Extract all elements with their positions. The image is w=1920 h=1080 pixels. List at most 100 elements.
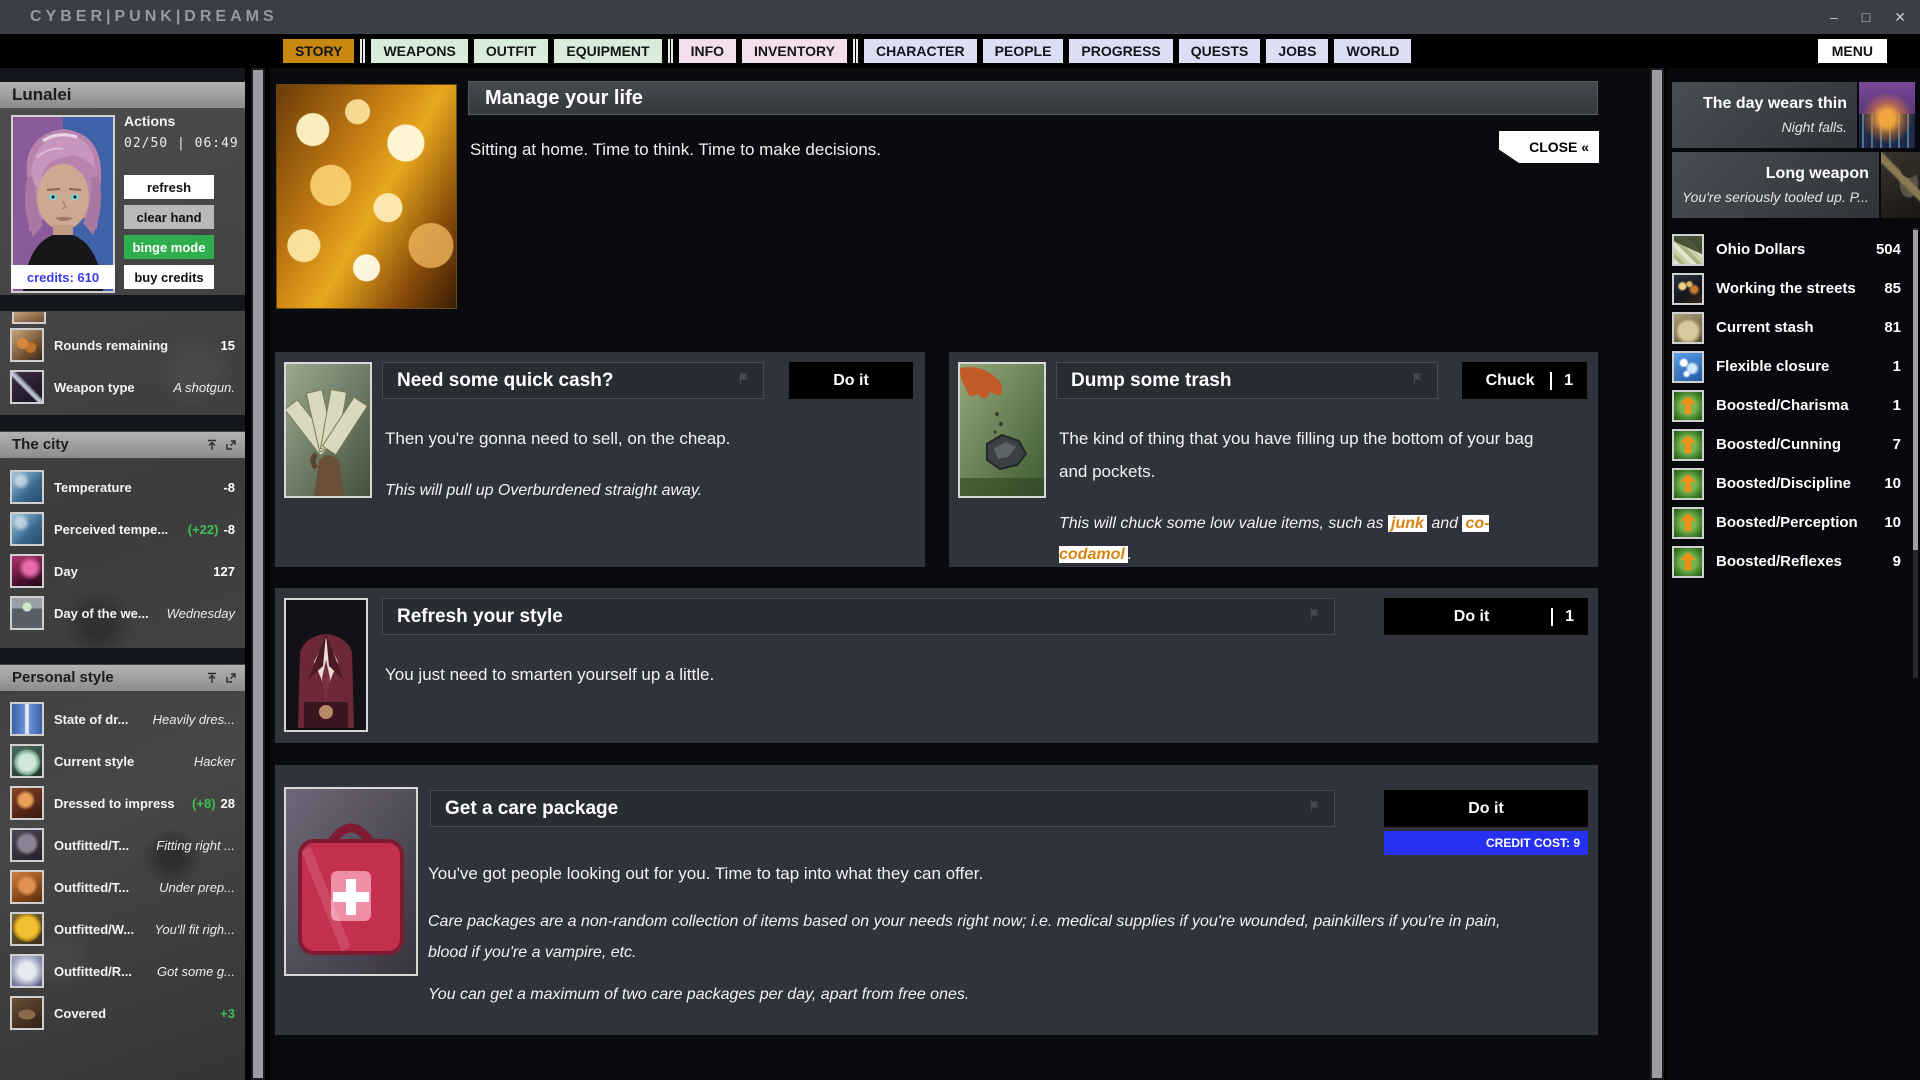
tab-people[interactable]: PEOPLE [983, 39, 1064, 63]
card-body-text: The kind of thing that you have filling … [1059, 422, 1539, 488]
item-flexible-closure[interactable]: Flexible closure 1 [1667, 347, 1915, 386]
menu-button[interactable]: MENU [1818, 39, 1887, 63]
clear-hand-button[interactable]: clear hand [124, 205, 214, 229]
street-lights-icon [1672, 273, 1704, 305]
stat-day-of-week[interactable]: Day of the we... Wednesday [0, 592, 245, 634]
tab-equipment[interactable]: EQUIPMENT [554, 39, 661, 63]
card-title: Get a care package [445, 798, 618, 820]
stat-value: Under prep... [159, 880, 235, 895]
tab-outfit[interactable]: OUTFIT [474, 39, 549, 63]
tab-group-divider [853, 39, 858, 63]
stat-value: Hacker [194, 754, 235, 769]
stat-value: +3 [220, 1006, 235, 1021]
card-title: Dump some trash [1071, 370, 1231, 392]
card-note: Care packages are a non-random collectio… [428, 906, 1508, 968]
portrait-icon [10, 786, 44, 820]
tab-weapons[interactable]: WEAPONS [371, 39, 467, 63]
card-quick-cash: Need some quick cash? Do it Then you're … [275, 352, 925, 567]
stat-outfitted-tailored[interactable]: Outfitted/T... Fitting right ... [0, 824, 245, 866]
tab-story[interactable]: STORY [283, 39, 354, 63]
story-header: Manage your life [468, 81, 1598, 115]
main-content: Manage your life Sitting at home. Time t… [270, 68, 1650, 1080]
stat-outfitted-rugged[interactable]: Outfitted/R... Got some g... [0, 950, 245, 992]
item-quantity: 9 [1893, 553, 1901, 570]
item-boosted-discipline[interactable]: Boosted/Discipline 10 [1667, 464, 1915, 503]
card-care-package: Get a care package Do it CREDIT COST: 9 … [275, 765, 1598, 1035]
maximize-icon[interactable]: □ [1862, 9, 1870, 25]
stat-outfitted-work[interactable]: Outfitted/W... You'll fit righ... [0, 908, 245, 950]
stat-dressed-to-impress[interactable]: Dressed to impress (+8) 28 [0, 782, 245, 824]
status-day-wears-thin[interactable]: The day wears thin Night falls. [1672, 82, 1915, 148]
stat-current-style[interactable]: Current style Hacker [0, 740, 245, 782]
stat-value: -8 [223, 480, 235, 495]
stat-temperature[interactable]: Temperature -8 [0, 466, 245, 508]
tab-character[interactable]: CHARACTER [864, 39, 977, 63]
section-header-personal-style[interactable]: Personal style [0, 665, 245, 691]
stat-value: Wednesday [167, 606, 235, 621]
item-working-the-streets[interactable]: Working the streets 85 [1667, 269, 1915, 308]
card-title-bar: Need some quick cash? [382, 362, 764, 399]
stat-weapon-type[interactable]: Weapon type A shotgun. [0, 366, 245, 408]
tab-info[interactable]: INFO [679, 39, 736, 63]
tab-world[interactable]: WORLD [1334, 39, 1411, 63]
buy-credits-button[interactable]: buy credits [124, 265, 214, 289]
item-boosted-cunning[interactable]: Boosted/Cunning 7 [1667, 425, 1915, 464]
tab-inventory[interactable]: INVENTORY [742, 39, 847, 63]
main-scrollbar[interactable] [1650, 68, 1664, 1080]
card-image-care-package [284, 787, 418, 976]
pin-icon[interactable] [206, 439, 218, 451]
action-count: 1 [1550, 372, 1573, 390]
pin-icon[interactable] [206, 672, 218, 684]
stat-perceived-temperature[interactable]: Perceived tempe... (+22) -8 [0, 508, 245, 550]
stat-state-of-dress[interactable]: State of dr... Heavily dres... [0, 698, 245, 740]
inventory-scrollbar-thumb[interactable] [1913, 230, 1918, 550]
left-scrollbar[interactable] [251, 68, 265, 1080]
clipped-row-icon [12, 312, 46, 324]
boost-arrow-icon [1672, 468, 1704, 500]
ammo-icon [10, 328, 44, 362]
popout-icon[interactable] [225, 439, 237, 451]
do-it-button[interactable]: Do it 1 [1384, 598, 1588, 635]
item-quantity: 10 [1884, 514, 1901, 531]
item-current-stash[interactable]: Current stash 81 [1667, 308, 1915, 347]
section-header-the-city[interactable]: The city [0, 432, 245, 458]
close-story-button[interactable]: CLOSE « [1499, 131, 1599, 163]
refresh-button[interactable]: refresh [124, 175, 214, 199]
status-long-weapon[interactable]: Long weapon You're seriously tooled up. … [1672, 152, 1915, 218]
stat-covered[interactable]: Covered +3 [0, 992, 245, 1034]
do-it-button[interactable]: Do it [1384, 790, 1588, 827]
item-boosted-perception[interactable]: Boosted/Perception 10 [1667, 503, 1915, 542]
stat-rounds-remaining[interactable]: Rounds remaining 15 [0, 324, 245, 366]
stat-bonus: (+22) [188, 522, 219, 537]
minimize-icon[interactable]: – [1830, 9, 1838, 25]
close-icon[interactable]: ✕ [1894, 9, 1906, 26]
figure-icon [10, 702, 44, 736]
do-it-button[interactable]: Do it [789, 362, 913, 399]
popout-icon[interactable] [225, 672, 237, 684]
main-scrollbar-thumb[interactable] [1652, 70, 1662, 1078]
stat-value: 127 [213, 564, 235, 579]
right-sidebar: The day wears thin Night falls. Long wea… [1667, 68, 1920, 1080]
item-boosted-charisma[interactable]: Boosted/Charisma 1 [1667, 386, 1915, 425]
stat-day[interactable]: Day 127 [0, 550, 245, 592]
chuck-button[interactable]: Chuck 1 [1462, 362, 1587, 399]
tab-progress[interactable]: PROGRESS [1069, 39, 1172, 63]
left-scrollbar-thumb[interactable] [253, 70, 263, 1078]
laptop-icon [10, 596, 44, 630]
inventory-scrollbar[interactable] [1913, 228, 1918, 678]
credits-display[interactable]: credits: 610 [11, 265, 115, 289]
character-name-header: Lunalei [0, 82, 245, 108]
binge-mode-button[interactable]: binge mode [124, 235, 214, 259]
stat-outfitted-tailored-2[interactable]: Outfitted/T... Under prep... [0, 866, 245, 908]
tab-quests[interactable]: QUESTS [1179, 39, 1261, 63]
item-ohio-dollars[interactable]: Ohio Dollars 504 [1667, 230, 1915, 269]
boost-arrow-icon [1672, 429, 1704, 461]
card-body-text: Then you're gonna need to sell, on the c… [385, 422, 885, 455]
app-title: CYBER|PUNK|DREAMS [30, 8, 278, 26]
keyword-link[interactable]: junk [1388, 515, 1427, 532]
credit-cost-badge: CREDIT COST: 9 [1384, 831, 1588, 855]
item-boosted-reflexes[interactable]: Boosted/Reflexes 9 [1667, 542, 1915, 581]
stat-value: -8 [223, 522, 235, 537]
tab-jobs[interactable]: JOBS [1266, 39, 1328, 63]
status-subtitle: You're seriously tooled up. P... [1682, 189, 1869, 205]
